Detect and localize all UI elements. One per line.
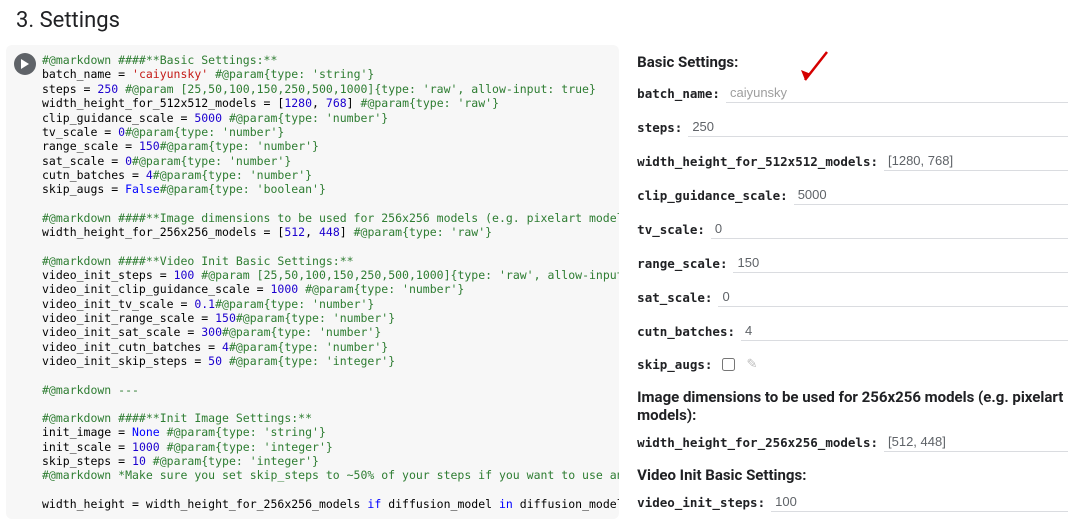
cutn-batches-label: cutn_batches: [637,324,735,339]
batch-name-input[interactable] [726,83,1068,103]
play-icon [20,59,30,69]
clip-guidance-input[interactable] [794,185,1068,205]
steps-label: steps: [637,120,682,135]
clip-guidance-label: clip_guidance_scale: [637,188,788,203]
sat-scale-label: sat_scale: [637,290,712,305]
pencil-icon[interactable]: ✎ [746,357,757,372]
wh512-input[interactable] [884,151,1068,171]
video-init-heading: Video Init Basic Settings: [637,466,1068,484]
range-scale-input[interactable] [733,253,1068,273]
steps-input[interactable] [688,117,1068,137]
form-panel: Basic Settings: batch_name: steps: width… [619,45,1080,526]
run-button[interactable] [14,53,36,75]
sat-scale-input[interactable] [718,287,1068,307]
cutn-batches-input[interactable] [741,321,1068,341]
wh256-input[interactable] [884,432,1068,452]
code-editor[interactable]: #@markdown ####**Basic Settings:**batch_… [6,53,619,511]
tv-scale-input[interactable] [711,219,1068,239]
skip-augs-checkbox[interactable] [722,358,735,371]
wh512-label: width_height_for_512x512_models: [637,154,878,169]
batch-name-label: batch_name: [637,86,720,101]
skip-augs-label: skip_augs: [637,357,712,372]
video-init-steps-input[interactable] [771,492,1068,512]
wh256-label: width_height_for_256x256_models: [637,435,878,450]
section-title: 3. Settings [0,0,1080,45]
range-scale-label: range_scale: [637,256,727,271]
tv-scale-label: tv_scale: [637,222,705,237]
image-dims-heading: Image dimensions to be used for 256x256 … [637,388,1068,424]
basic-settings-heading: Basic Settings: [637,53,1068,71]
code-cell: #@markdown ####**Basic Settings:**batch_… [6,45,619,519]
video-init-steps-label: video_init_steps: [637,495,765,510]
